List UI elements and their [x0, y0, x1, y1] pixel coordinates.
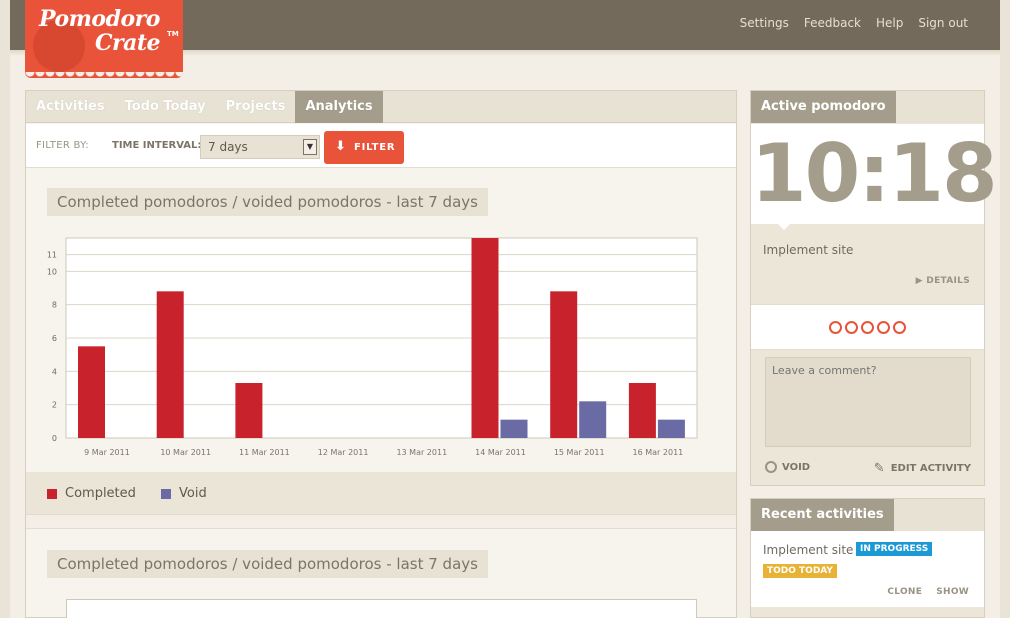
- recent-activities-header: Recent activities: [751, 499, 894, 531]
- y-tick-label: 8: [52, 301, 57, 310]
- legend-completed: Completed: [47, 486, 136, 501]
- section-divider: [26, 514, 736, 529]
- x-tick-label: 11 Mar 2011: [239, 448, 290, 457]
- edit-activity-button[interactable]: ✎ EDIT ACTIVITY: [874, 461, 971, 476]
- y-tick-label: 4: [52, 367, 57, 376]
- pomodoro-timer: 10:18: [751, 127, 998, 220]
- dropdown-arrow-icon[interactable]: ▼: [303, 139, 317, 155]
- bar-chart-2: [66, 599, 697, 618]
- comment-input[interactable]: [765, 357, 971, 447]
- time-interval-select[interactable]: 7 days ▼: [200, 135, 320, 159]
- trademark-mark: TM: [167, 30, 179, 38]
- clone-link[interactable]: CLONE: [887, 587, 922, 597]
- pomodoro-dot: [893, 321, 906, 334]
- y-tick-label: 0: [52, 434, 57, 443]
- tab-projects[interactable]: Projects: [216, 91, 296, 123]
- y-tick-label: 6: [52, 334, 57, 343]
- help-link[interactable]: Help: [876, 16, 903, 30]
- sign-out-link[interactable]: Sign out: [918, 16, 968, 30]
- tab-analytics[interactable]: Analytics: [295, 91, 383, 123]
- active-pomodoro-panel: Active pomodoro 10:18 Implement site ▶ D…: [750, 90, 998, 486]
- legend-void: Void: [161, 486, 207, 501]
- top-nav: Settings Feedback Help Sign out: [740, 16, 968, 30]
- recent-activity-name[interactable]: Implement site: [763, 543, 853, 557]
- show-link[interactable]: SHOW: [936, 587, 969, 597]
- y-tick-label: 10: [47, 267, 57, 276]
- main-tabs: Activities Todo Today Projects Analytics: [26, 91, 736, 123]
- pomodoro-dot: [845, 321, 858, 334]
- recent-activities-panel: Recent activities Implement site IN PROG…: [750, 498, 985, 618]
- filter-by-label: FILTER BY:: [36, 140, 89, 151]
- void-button[interactable]: VOID: [765, 461, 810, 473]
- filter-bar: FILTER BY: TIME INTERVAL: 7 days ▼ ⬇ FIL…: [26, 124, 736, 168]
- feedback-link[interactable]: Feedback: [804, 16, 861, 30]
- x-tick-label: 14 Mar 2011: [475, 448, 526, 457]
- time-interval-label: TIME INTERVAL:: [112, 140, 202, 151]
- void-bar: [657, 419, 685, 438]
- tag-badge-todo-today: TODO TODAY: [763, 564, 837, 578]
- chart-title-2: Completed pomodoros / voided pomodoros -…: [47, 550, 488, 578]
- down-arrow-icon: ⬇: [335, 139, 347, 154]
- y-tick-label: 11: [47, 251, 57, 260]
- completed-swatch: [47, 488, 57, 499]
- tab-todo-today[interactable]: Todo Today: [115, 91, 216, 123]
- pomodoro-dot: [877, 321, 890, 334]
- edit-activity-label: EDIT ACTIVITY: [890, 463, 971, 474]
- analytics-panel: Activities Todo Today Projects Analytics…: [25, 90, 737, 618]
- x-tick-label: 15 Mar 2011: [554, 448, 605, 457]
- completed-bar: [471, 238, 499, 438]
- timer-box: 10:18: [751, 124, 998, 224]
- void-bar: [579, 401, 607, 438]
- pomodoro-dots: [829, 321, 906, 334]
- timer-callout-notch: [777, 223, 791, 230]
- x-tick-label: 9 Mar 2011: [84, 448, 130, 457]
- legend-void-label: Void: [179, 486, 207, 501]
- chart-title: Completed pomodoros / voided pomodoros -…: [47, 188, 488, 216]
- status-badge-in-progress: IN PROGRESS: [856, 542, 933, 556]
- completed-bar: [156, 291, 184, 438]
- settings-link[interactable]: Settings: [740, 16, 789, 30]
- active-activity-name: Implement site: [763, 243, 854, 257]
- x-tick-label: 12 Mar 2011: [318, 448, 369, 457]
- void-icon: [765, 461, 777, 473]
- chart-legend: Completed Void: [26, 472, 736, 514]
- recent-activity-actions: CLONE SHOW: [887, 587, 969, 597]
- void-swatch: [161, 488, 171, 499]
- completed-bar: [628, 383, 656, 438]
- pomodoro-crate-logo[interactable]: Pomodoro Crate TM: [25, 0, 183, 78]
- completed-bar: [78, 346, 105, 438]
- logo-text-line2: Crate: [95, 30, 161, 56]
- details-link[interactable]: ▶ DETAILS: [916, 276, 970, 286]
- active-pomodoro-header: Active pomodoro: [751, 91, 896, 123]
- logo-text-line1: Pomodoro: [39, 6, 160, 32]
- tab-activities[interactable]: Activities: [26, 91, 115, 123]
- pomodoro-dots-row: [751, 304, 984, 350]
- page-frame-left: [0, 0, 10, 618]
- y-tick-label: 2: [52, 401, 57, 410]
- x-tick-label: 13 Mar 2011: [396, 448, 447, 457]
- recent-list-footer: [751, 607, 984, 617]
- x-tick-label: 16 Mar 2011: [633, 448, 684, 457]
- completed-bar: [550, 291, 578, 438]
- bar-chart: 0 2 4 6 8 10 11 9 Mar 2011 10 Mar 2011 11 Mar 201…: [47, 237, 698, 457]
- filter-button[interactable]: ⬇ FILTER: [324, 131, 404, 164]
- void-bar: [500, 419, 528, 438]
- logo-scallop-edge: [25, 72, 183, 78]
- pomodoro-dot: [861, 321, 874, 334]
- page-frame-right: [1000, 0, 1010, 618]
- void-label: VOID: [782, 461, 811, 473]
- pomodoro-dot: [829, 321, 842, 334]
- legend-completed-label: Completed: [65, 486, 136, 501]
- filter-button-label: FILTER: [354, 142, 396, 153]
- x-tick-label: 10 Mar 2011: [160, 448, 211, 457]
- time-interval-value: 7 days: [208, 140, 248, 154]
- completed-bar: [235, 383, 263, 438]
- pencil-icon: ✎: [873, 461, 885, 476]
